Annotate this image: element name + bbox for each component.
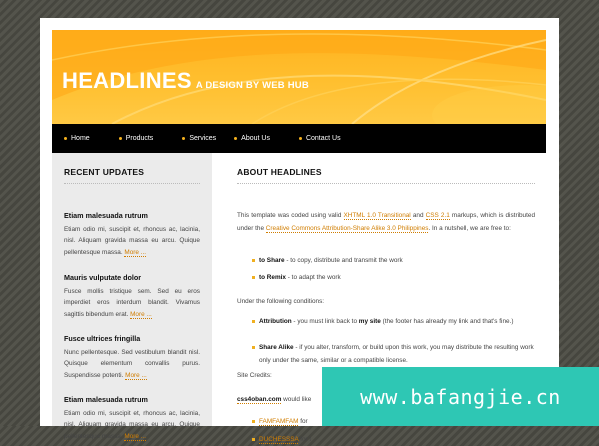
bullet-icon <box>298 137 302 140</box>
license-link[interactable]: Creative Commons Attribution-Share Alike… <box>265 225 429 233</box>
list-item: to Share - to copy, distribute and trans… <box>252 254 535 267</box>
list-item: Attribution - you must link back to my s… <box>252 315 535 328</box>
more-link[interactable]: More ... <box>124 432 147 441</box>
conditions-label: Under the following conditions: <box>237 298 325 305</box>
bullet-icon <box>118 137 122 140</box>
bullet-icon <box>252 276 255 279</box>
nav-item-about-us[interactable]: About Us <box>234 135 270 142</box>
news-title: Etiam malesuada rutrum <box>64 211 148 220</box>
site-tagline: A DESIGN BY WEB HUB <box>195 80 309 91</box>
nav-item-products[interactable]: Products <box>118 135 153 142</box>
more-link[interactable]: More ... <box>124 248 147 257</box>
news-item: Etiam malesuada rutrum Etiam odio mi, su… <box>64 395 200 442</box>
bullet-icon <box>252 438 255 441</box>
intro-paragraph: This template was coded using valid XHTM… <box>237 212 535 233</box>
site-logo[interactable]: HEADLINES A DESIGN BY WEB HUB <box>62 68 309 94</box>
page-title: ABOUT HEADLINES <box>237 167 535 184</box>
bullet-icon <box>182 137 186 140</box>
more-link[interactable]: More ... <box>125 371 147 380</box>
sidebar: RECENT UPDATES Etiam malesuada rutrum Et… <box>52 153 212 441</box>
news-item: Fusce ultrices fringilla Nunc pellentesq… <box>64 334 200 381</box>
page: HEADLINES A DESIGN BY WEB HUB Home Produc… <box>40 18 559 444</box>
more-link[interactable]: More ... <box>130 310 152 319</box>
nav-item-services[interactable]: Services <box>182 135 216 142</box>
list-item: to Remix - to adapt the work <box>252 271 535 284</box>
css-link[interactable]: CSS 2.1 <box>425 212 450 220</box>
bullet-icon <box>234 137 238 140</box>
credit-link[interactable]: css4oban.com <box>237 396 282 404</box>
sidebar-heading: RECENT UPDATES <box>64 167 200 184</box>
my-site-link[interactable]: my site <box>359 318 381 325</box>
news-title: Etiam malesuada rutrum <box>64 395 148 404</box>
bullet-icon <box>252 346 255 349</box>
main-nav: Home Products Services About Us Contact … <box>52 124 546 153</box>
bullet-icon <box>252 320 255 323</box>
site-title: HEADLINES <box>62 68 192 93</box>
list-item: Share Alike - if you alter, transform, o… <box>252 341 535 367</box>
nav-item-contact-us[interactable]: Contact Us <box>298 135 341 142</box>
bullet-icon <box>252 259 255 262</box>
duchesssa-link[interactable]: DUCHESSSA <box>259 436 299 444</box>
list-item: DUCHESSSA for t <box>252 433 535 446</box>
news-title: Fusce ultrices fringilla <box>64 334 141 343</box>
watermark-banner: www.bafangjie.cn <box>322 367 599 426</box>
news-item: Mauris vulputate dolor Fusce mollis tris… <box>64 273 200 320</box>
bullet-icon <box>252 420 255 423</box>
xhtml-link[interactable]: XHTML 1.0 Transitional <box>343 212 411 220</box>
nav-item-home[interactable]: Home <box>64 135 90 142</box>
bullet-icon <box>64 137 67 140</box>
news-item: Etiam malesuada rutrum Etiam odio mi, su… <box>64 211 200 258</box>
news-title: Mauris vulputate dolor <box>64 273 142 282</box>
header-banner: HEADLINES A DESIGN BY WEB HUB <box>52 30 546 124</box>
famfamfam-link[interactable]: FAMFAMFAM <box>259 418 299 426</box>
